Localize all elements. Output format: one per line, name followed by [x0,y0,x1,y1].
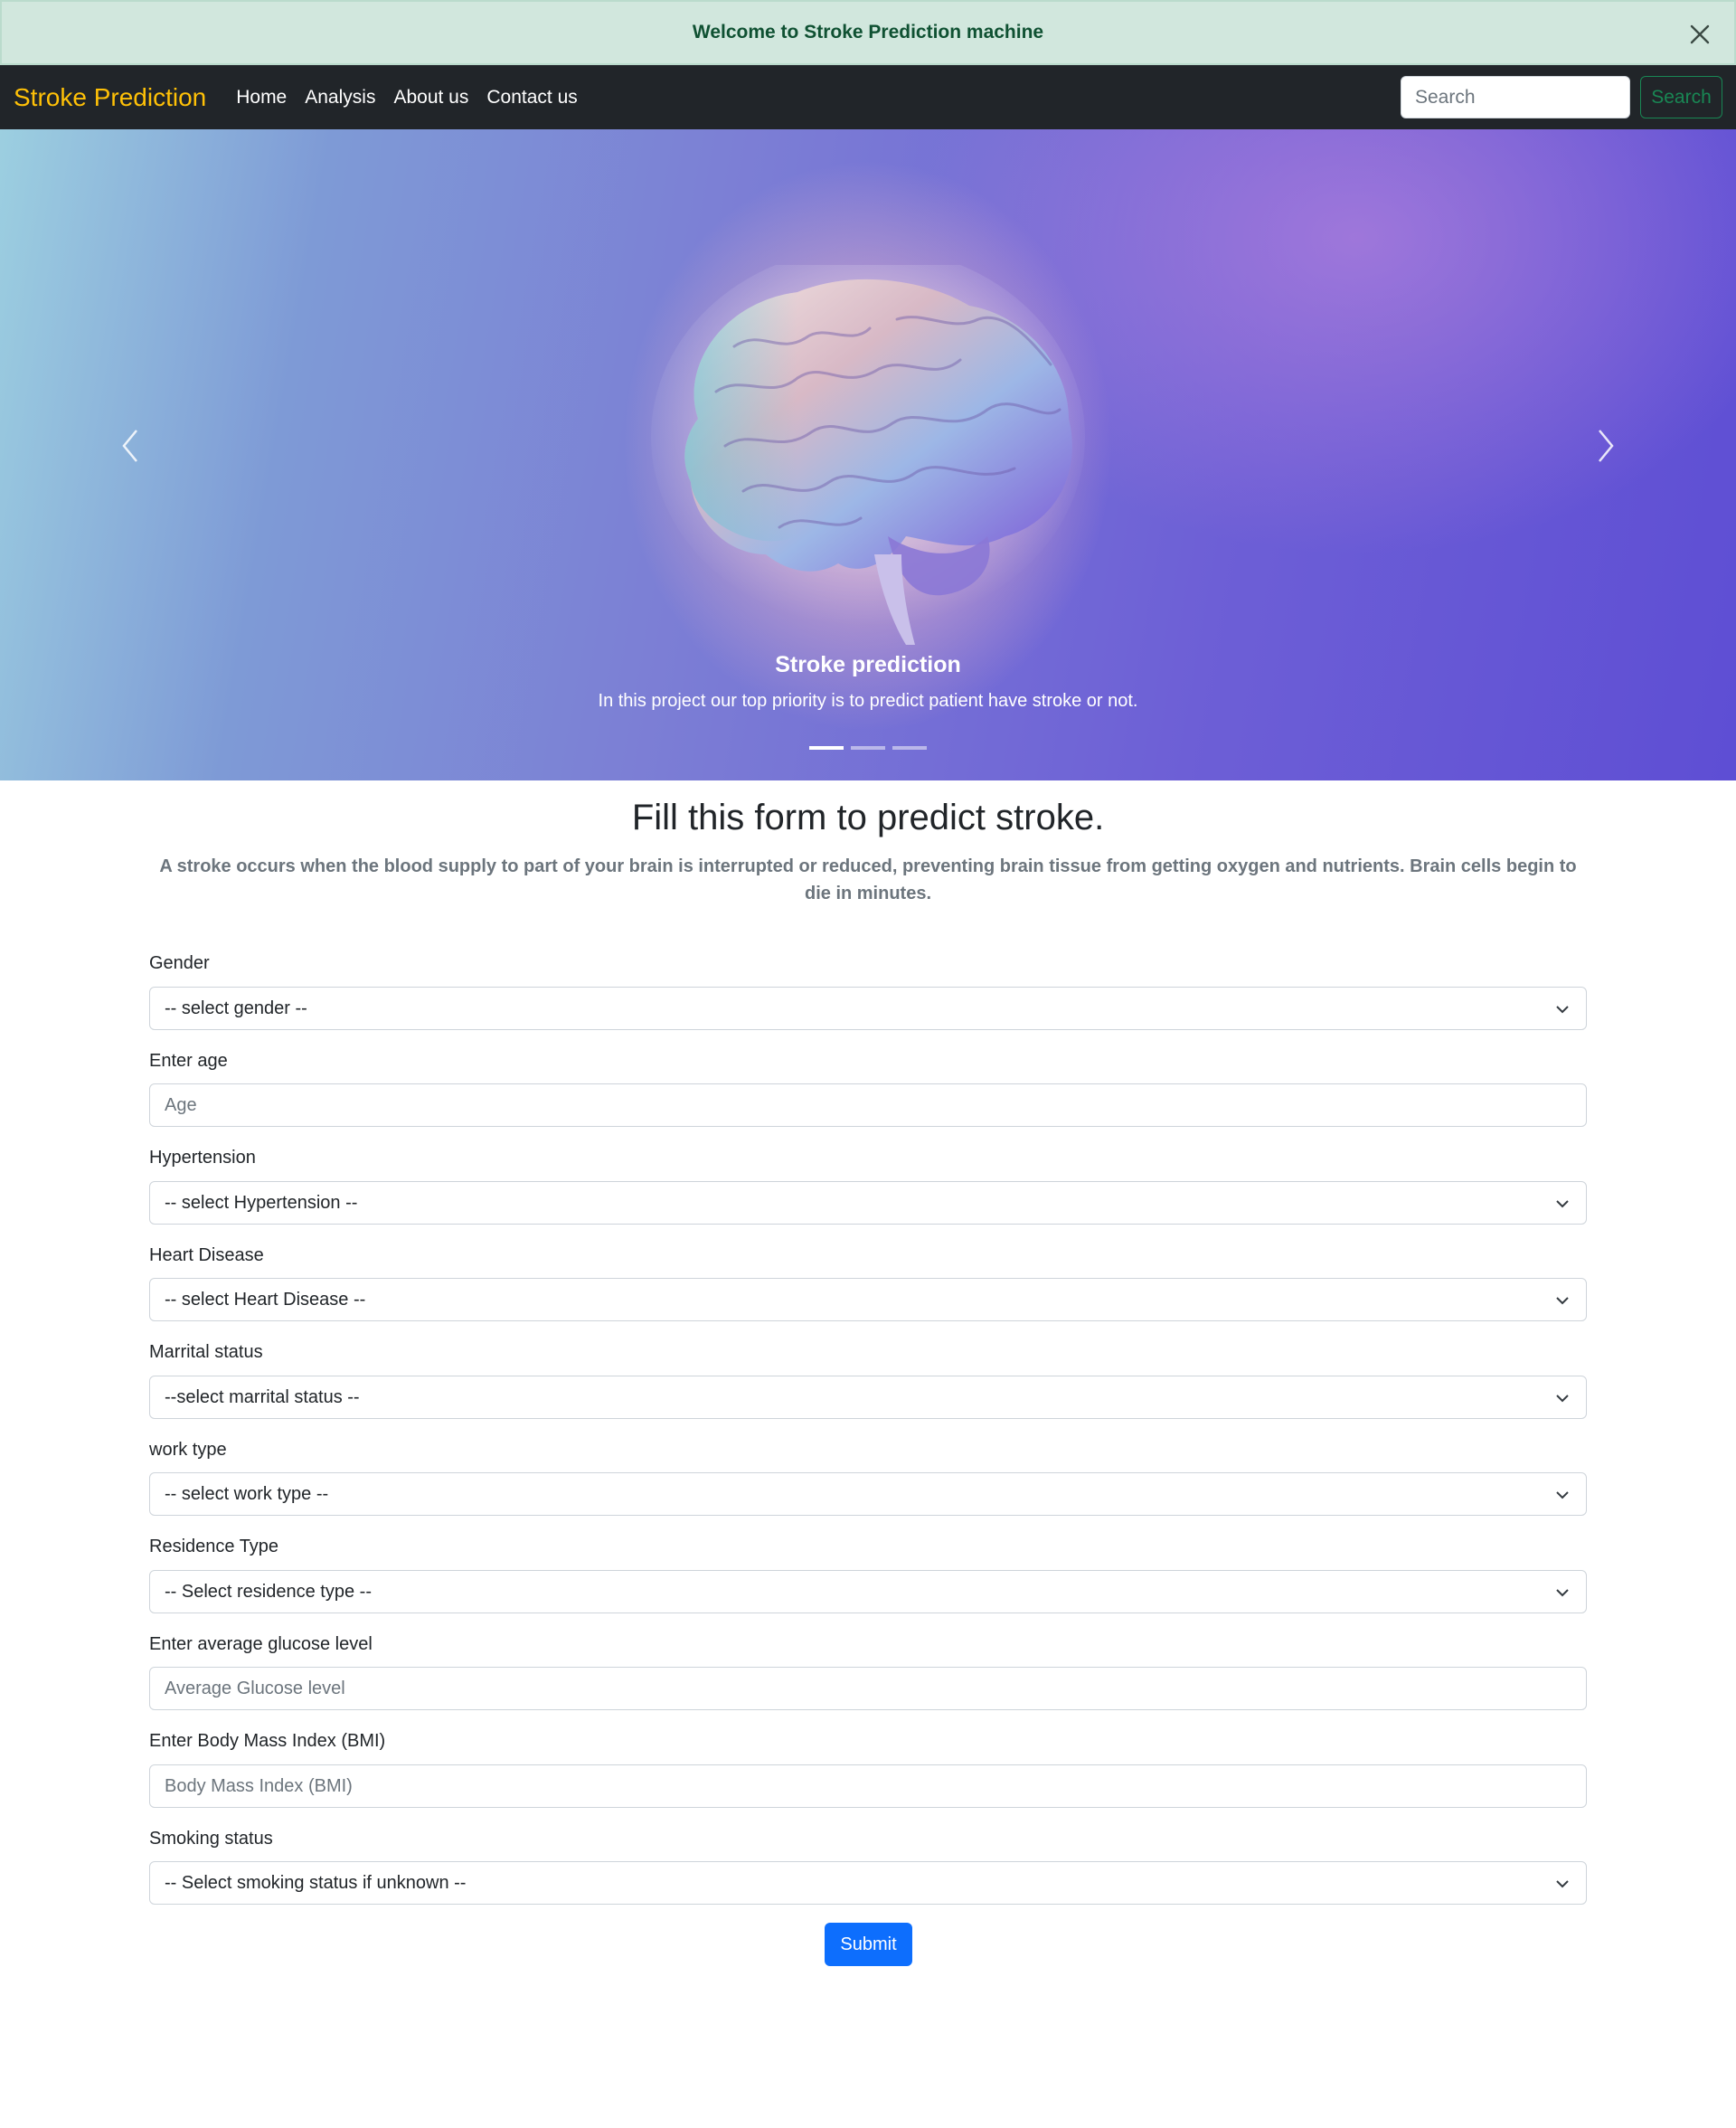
carousel-prev-icon[interactable] [113,423,149,468]
form-description: A stroke occurs when the blood supply to… [159,856,1577,903]
glucose-label: Enter average glucose level [149,1634,373,1654]
carousel-indicator-1[interactable] [809,746,844,750]
chevron-down-icon [1556,1006,1569,1014]
carousel-caption-title: Stroke prediction [775,652,961,677]
carousel-caption-text: In this project our top priority is to p… [598,691,1138,711]
hypertension-label: Hypertension [149,1148,256,1168]
residence-type-select[interactable]: -- Select residence type -- [149,1570,1587,1613]
carousel-next-icon[interactable] [1587,423,1623,468]
chevron-down-icon [1556,1200,1569,1208]
marital-status-select-value: --select marrital status -- [165,1386,360,1407]
bmi-input-placeholder: Body Mass Index (BMI) [165,1775,353,1796]
bmi-label: Enter Body Mass Index (BMI) [149,1731,386,1751]
search-input[interactable] [1401,76,1630,118]
navbar-brand[interactable]: Stroke Prediction [14,83,206,112]
residence-type-select-value: -- Select residence type -- [165,1581,372,1602]
form-title: Fill this form to predict stroke. [631,798,1105,837]
smoking-status-select-value: -- Select smoking status if unknown -- [165,1872,467,1893]
smoking-status-label: Smoking status [149,1829,273,1849]
chevron-down-icon [1556,1491,1569,1499]
chevron-down-icon [1556,1880,1569,1888]
carousel-indicator-2[interactable] [851,746,885,750]
hero-carousel: Stroke prediction In this project our to… [0,129,1736,780]
heart-disease-select-value: -- select Heart Disease -- [165,1289,366,1310]
glucose-input-placeholder: Average Glucose level [165,1678,345,1698]
nav-link-contact-us[interactable]: Contact us [486,87,577,109]
marital-status-label: Marrital status [149,1342,263,1362]
age-input-placeholder: Age [165,1094,197,1115]
chevron-down-icon [1556,1589,1569,1597]
work-type-select[interactable]: -- select work type -- [149,1472,1587,1516]
nav-link-home[interactable]: Home [236,87,287,109]
heart-disease-label: Heart Disease [149,1245,264,1265]
age-input[interactable]: Age [149,1083,1587,1127]
close-icon[interactable] [1682,16,1718,52]
residence-type-label: Residence Type [149,1537,279,1556]
submit-button[interactable]: Submit [825,1923,912,1966]
alert-message: Welcome to Stroke Prediction machine [692,22,1044,43]
smoking-status-select[interactable]: -- Select smoking status if unknown -- [149,1861,1587,1905]
work-type-label: work type [149,1440,227,1460]
chevron-down-icon [1556,1297,1569,1305]
carousel-indicator-3[interactable] [892,746,927,750]
bmi-input[interactable]: Body Mass Index (BMI) [149,1764,1587,1808]
age-label: Enter age [149,1051,228,1071]
chevron-down-icon [1556,1395,1569,1403]
gender-label: Gender [149,953,210,973]
navbar: Stroke Prediction Home Analysis About us… [0,65,1736,129]
gender-select[interactable]: -- select gender -- [149,987,1587,1030]
nav-link-about-us[interactable]: About us [393,87,468,109]
hypertension-select[interactable]: -- select Hypertension -- [149,1181,1587,1225]
gender-select-value: -- select gender -- [165,998,307,1018]
nav-link-analysis[interactable]: Analysis [305,87,375,109]
heart-disease-select[interactable]: -- select Heart Disease -- [149,1278,1587,1321]
search-button[interactable]: Search [1640,76,1722,118]
marital-status-select[interactable]: --select marrital status -- [149,1376,1587,1419]
brain-illustration [651,265,1085,645]
hypertension-select-value: -- select Hypertension -- [165,1192,358,1213]
carousel-indicators [0,746,1736,750]
welcome-alert: Welcome to Stroke Prediction machine [0,0,1736,65]
glucose-input[interactable]: Average Glucose level [149,1667,1587,1710]
work-type-select-value: -- select work type -- [165,1483,329,1504]
